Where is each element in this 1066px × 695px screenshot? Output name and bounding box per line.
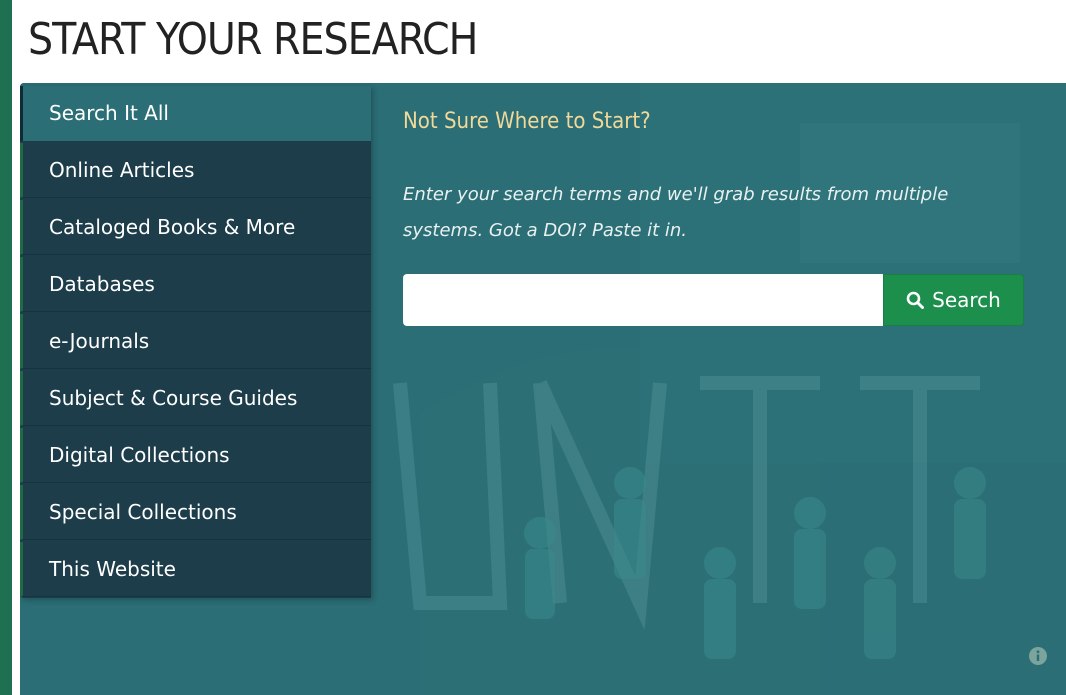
sidebar-item-subject-course-guides[interactable]: Subject & Course Guides: [20, 371, 371, 426]
info-icon[interactable]: [1028, 646, 1048, 666]
content-description: Enter your search terms and we'll grab r…: [403, 184, 949, 241]
sidebar-item-databases[interactable]: Databases: [20, 257, 371, 312]
page-title: START YOUR RESEARCH: [28, 14, 478, 65]
search-button-label: Search: [932, 288, 1001, 312]
research-panel: Search It All Online Articles Cataloged …: [20, 83, 1066, 695]
sidebar-item-online-articles[interactable]: Online Articles: [20, 143, 371, 198]
sidebar-item-digital-collections[interactable]: Digital Collections: [20, 428, 371, 483]
content-heading: Not Sure Where to Start?: [403, 109, 651, 134]
sidebar-item-this-website[interactable]: This Website: [20, 542, 371, 597]
sidebar-item-cataloged-books[interactable]: Cataloged Books & More: [20, 200, 371, 255]
sidebar-item-special-collections[interactable]: Special Collections: [20, 485, 371, 540]
search-type-sidebar: Search It All Online Articles Cataloged …: [20, 86, 371, 598]
search-button[interactable]: Search: [883, 274, 1024, 326]
sidebar-item-search-it-all[interactable]: Search It All: [20, 86, 371, 141]
search-icon: [906, 291, 925, 309]
search-input[interactable]: [403, 274, 883, 326]
sidebar-item-e-journals[interactable]: e-Journals: [20, 314, 371, 369]
